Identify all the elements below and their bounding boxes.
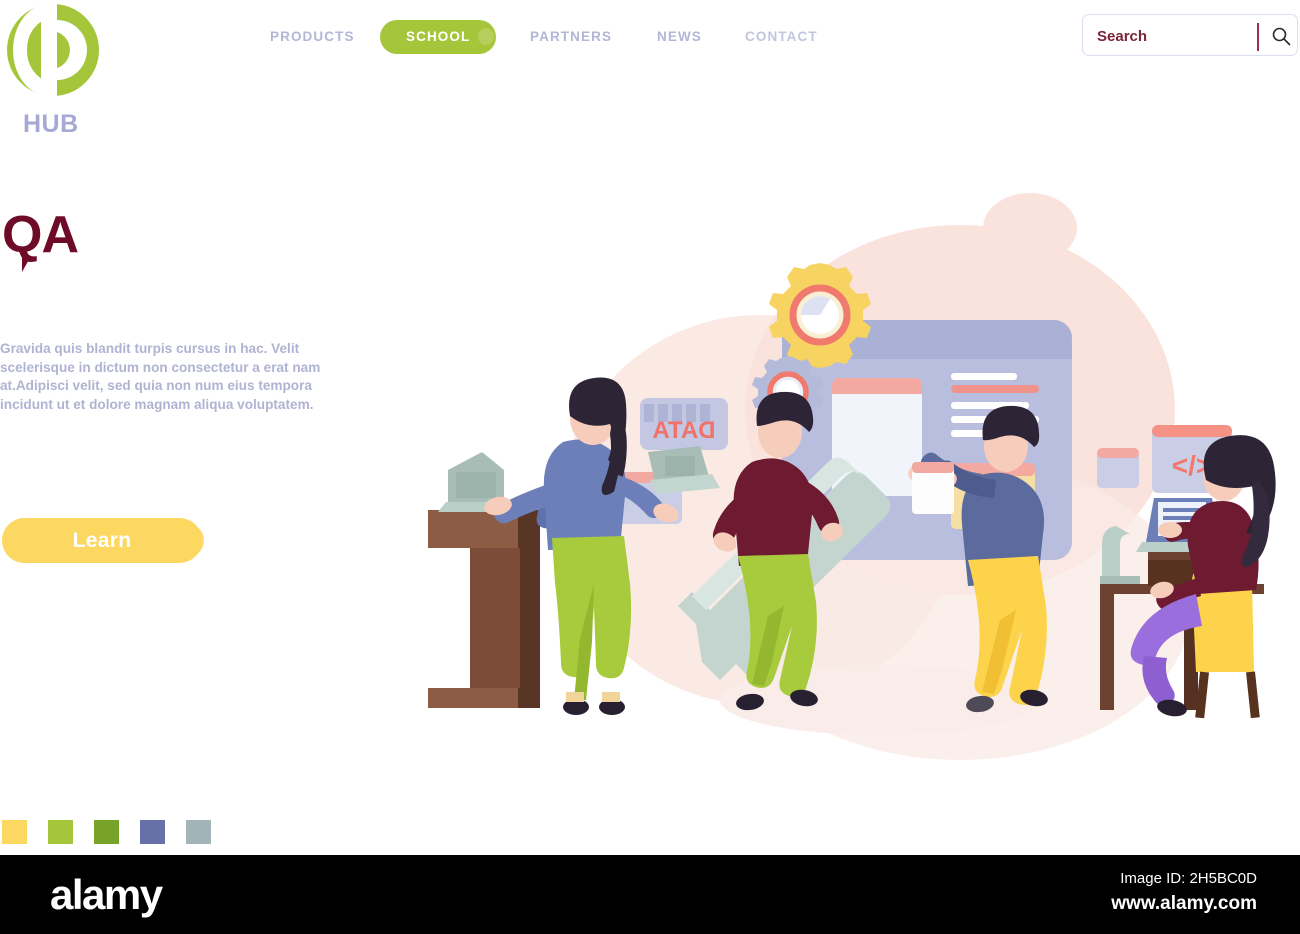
nav-item-contact[interactable]: CONTACT: [745, 20, 818, 54]
swatch-indigo: [140, 820, 165, 844]
data-card: DATA: [640, 398, 728, 450]
learn-button-label: Learn: [72, 528, 132, 552]
search-icon[interactable]: [1271, 26, 1291, 46]
nav-item-products[interactable]: PRODUCTS: [270, 20, 355, 54]
nav-item-school-label: SCHOOL: [406, 29, 471, 44]
search-box[interactable]: [1082, 14, 1298, 57]
nav-item-news[interactable]: NEWS: [657, 20, 702, 54]
alamy-url: www.alamy.com: [1111, 893, 1257, 914]
swatch-gray-blue: [186, 820, 211, 844]
cd-circle-logo-icon: [7, 4, 99, 96]
learn-button[interactable]: Learn: [2, 518, 204, 563]
search-divider: [1257, 23, 1259, 51]
landing-page: HUB PRODUCTS SCHOOL PARTNERS NEWS CONTAC…: [0, 0, 1300, 855]
watermark-bar: alamy Image ID: 2H5BC0D www.alamy.com: [0, 855, 1300, 934]
alamy-logo: alamy: [50, 871, 163, 918]
swatch-yellow: [2, 820, 27, 844]
qa-team-illustration: DATA </>: [400, 180, 1300, 760]
site-header: HUB PRODUCTS SCHOOL PARTNERS NEWS CONTAC…: [0, 0, 1300, 150]
image-id: Image ID: 2H5BC0D: [1120, 870, 1257, 887]
speech-bubble-tail: [22, 256, 40, 272]
brand-logo-text: HUB: [23, 110, 79, 138]
svg-text:DATA: DATA: [652, 417, 715, 444]
nav-item-partners[interactable]: PARTNERS: [530, 20, 612, 54]
brand-logo[interactable]: HUB: [5, 2, 105, 142]
nav-pill-tail: [478, 28, 495, 45]
page-title: QA: [2, 206, 79, 272]
swatch-green: [94, 820, 119, 844]
learn-button-tail: [182, 524, 204, 557]
swatch-light-green: [48, 820, 73, 844]
nav-item-school[interactable]: SCHOOL: [380, 20, 497, 54]
search-input[interactable]: [1097, 15, 1247, 57]
hero-description: Gravida quis blandit turpis cursus in ha…: [0, 341, 321, 412]
page-title-text: QA: [2, 206, 79, 264]
